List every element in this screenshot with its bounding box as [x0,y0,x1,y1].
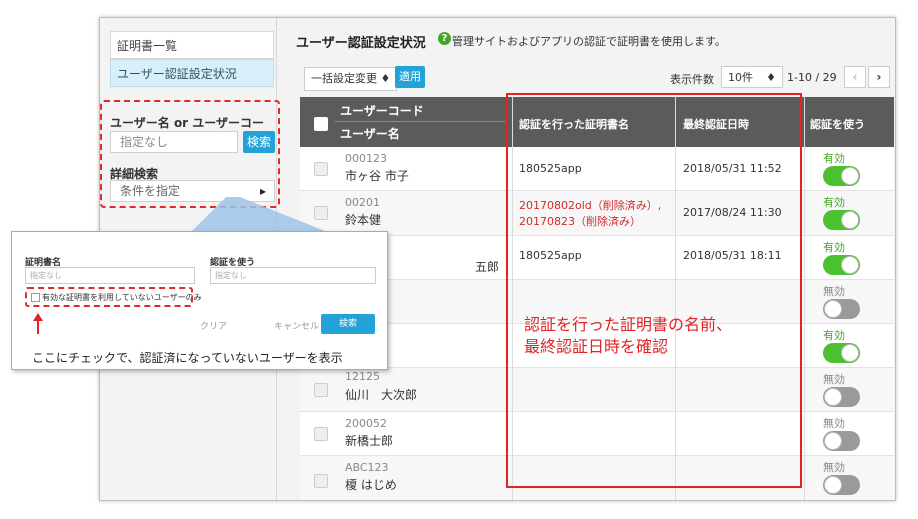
page-description: 管理サイトおよびアプリの認証で証明書を使用します。 [452,35,726,48]
status-label: 無効 [823,461,845,474]
toggle-knob [841,344,859,362]
help-icon: ? [438,32,451,45]
highlight-box [506,93,802,488]
status-label: 有効 [823,196,845,209]
user-name: 新橋士郎 [345,434,394,448]
callout-line-1: 認証を行った証明書の名前、 [524,315,733,334]
toggle-knob [841,256,859,274]
callout-line-2: 最終認証日時を確認 [524,337,669,356]
apply-button[interactable]: 適用 [395,66,425,88]
toggle-knob [841,211,859,229]
user-name: 仙川 大次郎 [345,388,418,402]
display-count-label: 表示件数 [670,73,714,86]
popup-use-select[interactable]: 指定なし [210,267,376,284]
user-code: 000123 [345,152,387,165]
toggle-knob [841,167,859,185]
sidebar-item-label: 証明書一覧 [117,39,178,53]
callout-text: 認証を行った証明書の名前、 最終認証日時を確認 [524,314,732,358]
popup-cert-input[interactable]: 指定なし [25,267,195,284]
page-title: ユーザー認証設定状況 [296,36,426,51]
row-checkbox[interactable] [314,474,328,488]
row-checkbox[interactable] [314,427,328,441]
status-label: 有効 [823,329,845,342]
status-label: 有効 [823,152,845,165]
user-code: 00201 [345,196,380,209]
column-divider [804,97,805,500]
auth-toggle[interactable] [823,210,860,230]
search-highlight [100,100,280,208]
clear-button[interactable]: クリア [200,319,227,332]
sidebar-item-user-auth-status[interactable]: ユーザー認証設定状況 [110,59,274,87]
header-user-name: ユーザー名 [340,127,400,141]
popup-search-button[interactable]: 検索 [321,314,375,334]
user-code: 200052 [345,417,387,430]
status-label: 無効 [823,373,845,386]
checkbox-highlight [25,287,193,307]
row-checkbox[interactable] [314,383,328,397]
user-name: 榎 はじめ [345,478,397,492]
sidebar-item-label: ユーザー認証設定状況 [117,67,237,81]
toggle-knob [824,388,842,406]
auth-toggle[interactable] [823,166,860,186]
bulk-change-select[interactable]: 一括設定変更 ♦ [304,67,398,91]
toggle-knob [824,300,842,318]
user-name: 市ヶ谷 市子 [345,169,409,183]
header-use-auth: 認証を使う [810,118,865,131]
arrow-stem [37,320,39,334]
auth-toggle[interactable] [823,475,860,495]
auth-toggle[interactable] [823,387,860,407]
user-code: ABC123 [345,461,389,474]
status-label: 無効 [823,417,845,430]
display-count-select[interactable]: 10件 ♦ [721,66,783,88]
popup-pointer [190,197,330,233]
next-page-button[interactable]: › [868,66,890,88]
select-all-checkbox[interactable] [314,117,328,131]
header-user-code: ユーザーコード [340,104,424,118]
page-range: 1-10 / 29 [787,71,837,84]
cancel-button[interactable]: キャンセル [274,319,319,332]
header-divider [335,121,505,122]
toggle-knob [824,432,842,450]
display-count-value: 10件 [728,71,753,84]
auth-toggle[interactable] [823,431,860,451]
prev-page-button[interactable]: ‹ [844,66,866,88]
user-name: 鈴本健 [345,213,382,227]
annotation-text: ここにチェックで、認証済になっていないユーザーを表示 [32,351,343,365]
user-name: 五郎 [475,260,500,274]
select-arrow-icon: ♦ [766,71,776,84]
user-code: 12125 [345,370,380,383]
row-checkbox[interactable] [314,162,328,176]
auth-toggle[interactable] [823,255,860,275]
status-label: 無効 [823,285,845,298]
toggle-knob [824,476,842,494]
status-label: 有効 [823,241,845,254]
sidebar-item-certificate-list[interactable]: 証明書一覧 [110,31,274,59]
auth-toggle[interactable] [823,299,860,319]
auth-toggle[interactable] [823,343,860,363]
